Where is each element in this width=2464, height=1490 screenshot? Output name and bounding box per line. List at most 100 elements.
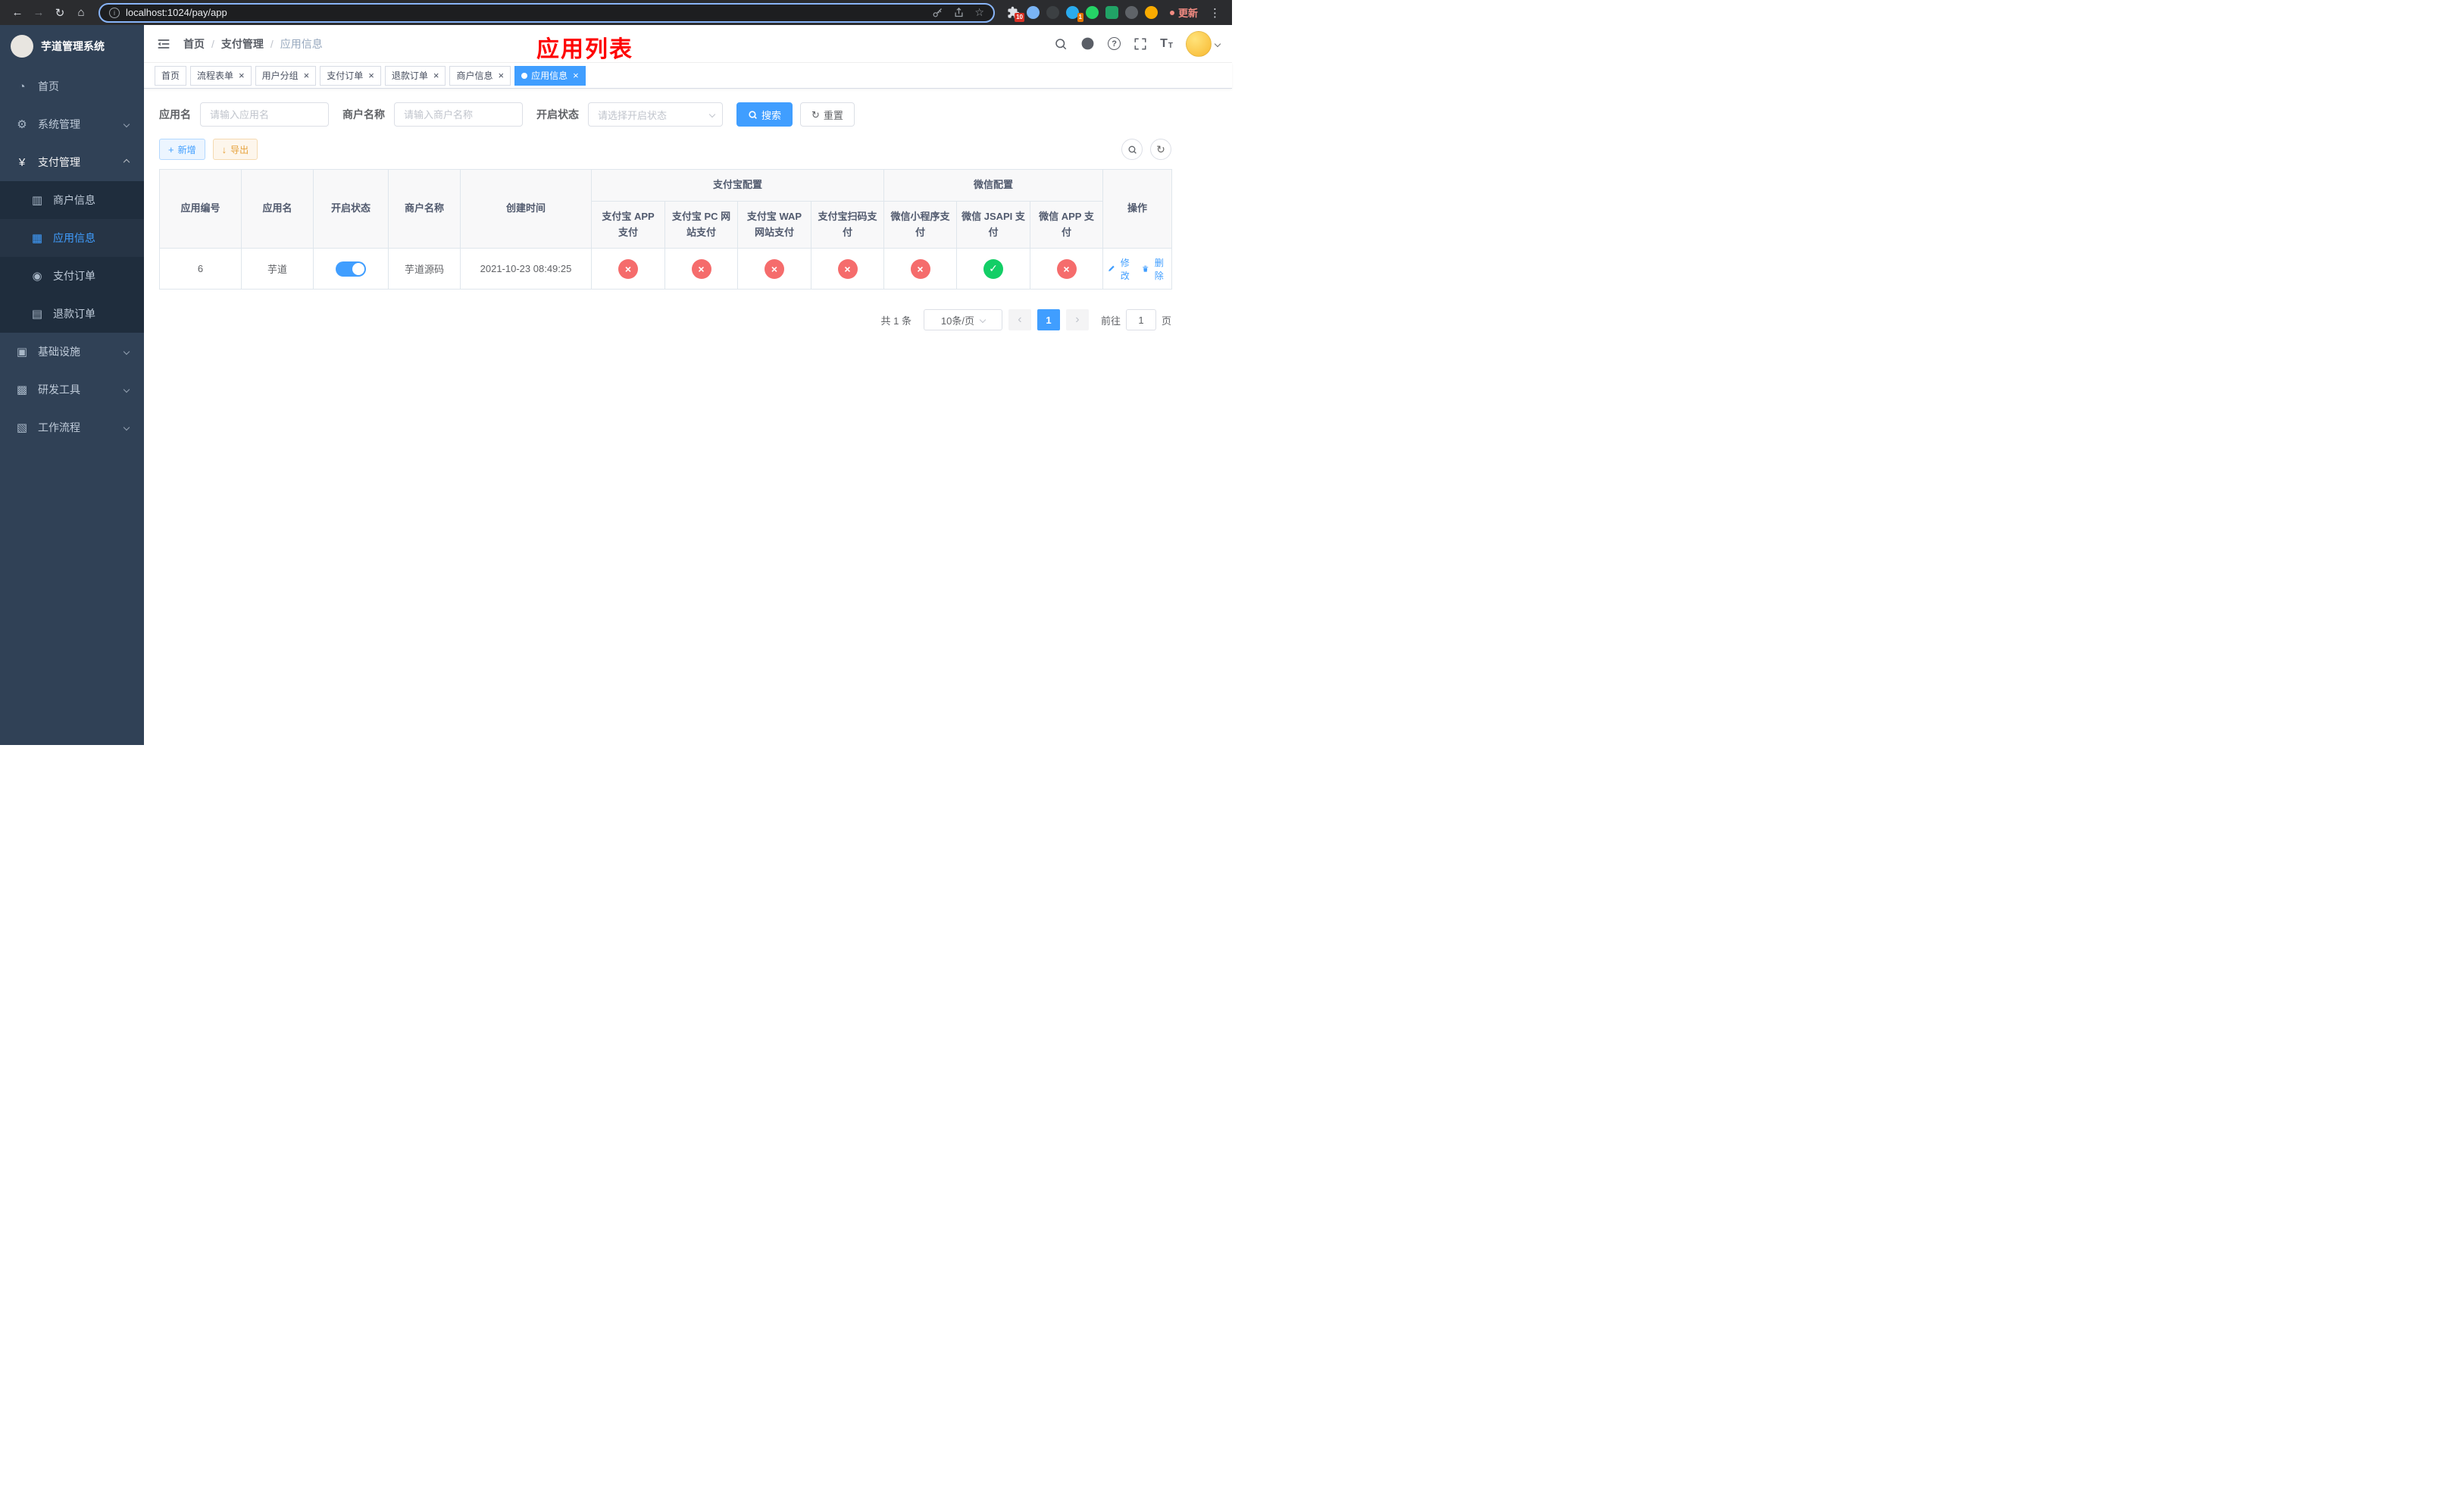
font-size-icon[interactable]: TT — [1160, 37, 1173, 50]
password-key-icon[interactable] — [932, 7, 943, 18]
help-icon[interactable]: ? — [1108, 37, 1121, 50]
github-icon[interactable] — [1080, 36, 1095, 51]
sidebar-item-app-info[interactable]: ▦ 应用信息 — [0, 219, 144, 257]
plus-icon: + — [168, 143, 174, 155]
sidebar-item-workflow[interactable]: ▧ 工作流程 — [0, 408, 144, 446]
browser-home-button[interactable]: ⌂ — [71, 3, 91, 23]
browser-menu-icon[interactable]: ⋮ — [1205, 6, 1224, 20]
table-row: 6 芋道 芋道源码 2021-10-23 08:49:25 × × × × × — [159, 248, 1173, 290]
close-icon[interactable]: × — [304, 70, 310, 80]
search-icon[interactable] — [1054, 37, 1068, 51]
page-unit-label: 页 — [1161, 315, 1171, 327]
close-icon[interactable]: × — [368, 70, 374, 80]
app-name-input[interactable] — [200, 102, 329, 127]
chevron-down-icon — [123, 348, 130, 355]
sidebar-item-merchant-info[interactable]: ▥ 商户信息 — [0, 181, 144, 219]
tab-app-info[interactable]: 应用信息 × — [514, 65, 586, 86]
close-icon[interactable]: × — [239, 70, 245, 80]
merchant-name-label: 商户名称 — [342, 108, 385, 121]
browser-reload-button[interactable]: ↻ — [50, 3, 70, 23]
chevron-down-icon — [123, 121, 130, 128]
browser-forward-button[interactable]: → — [29, 3, 48, 23]
user-avatar[interactable] — [1186, 30, 1212, 57]
site-info-icon[interactable]: i — [109, 7, 120, 18]
tab-home[interactable]: 首页 — [155, 65, 187, 86]
sidebar-item-dev-tools[interactable]: ▩ 研发工具 — [0, 371, 144, 408]
status-cross-icon: × — [618, 258, 638, 279]
chevron-up-icon — [123, 158, 130, 166]
status-cross-icon: × — [1056, 258, 1077, 279]
status-cross-icon: × — [691, 258, 711, 279]
tab-refund-order[interactable]: 退款订单 × — [384, 65, 446, 86]
extension-emoji-icon[interactable] — [1144, 6, 1158, 19]
chevron-down-icon — [123, 424, 130, 431]
close-icon[interactable]: × — [498, 70, 504, 80]
tab-pay-order[interactable]: 支付订单 × — [320, 65, 381, 86]
hamburger-icon[interactable] — [156, 36, 171, 52]
active-tab-dot — [521, 72, 528, 79]
extensions-puzzle-icon[interactable]: 10 — [1007, 6, 1024, 22]
tab-merchant-info[interactable]: 商户信息 × — [449, 65, 511, 86]
close-icon[interactable]: × — [573, 70, 579, 80]
sidebar-item-system-management[interactable]: ⚙ 系统管理 — [0, 105, 144, 143]
page-size-select[interactable]: 10条/页 — [923, 309, 1002, 331]
browser-back-button[interactable]: ← — [8, 3, 27, 23]
address-bar[interactable]: i localhost:1024/pay/app ☆ — [98, 2, 995, 23]
sidebar-item-label: 商户信息 — [53, 194, 95, 206]
app-logo[interactable]: 芋道管理系统 — [0, 25, 144, 67]
extension-icon-dark[interactable] — [1046, 6, 1059, 19]
extension-badge: 1 — [1077, 13, 1083, 22]
breadcrumb-section[interactable]: 支付管理 — [221, 36, 264, 52]
page-title: 应用列表 — [536, 37, 633, 62]
extension-icon-blue[interactable] — [1026, 6, 1040, 19]
extension-icons: 10 1 — [1007, 6, 1158, 22]
sidebar-item-payment-management[interactable]: ¥ 支付管理 — [0, 143, 144, 181]
breadcrumb-separator: / — [211, 37, 214, 50]
sidebar-item-refund-order[interactable]: ▤ 退款订单 — [0, 295, 144, 333]
tab-process-form[interactable]: 流程表单 × — [190, 65, 252, 86]
reset-button[interactable]: ↻ 重置 — [800, 102, 855, 127]
status-cross-icon: × — [910, 258, 930, 279]
page-number-button[interactable]: 1 — [1037, 309, 1060, 331]
goto-label: 前往 — [1100, 315, 1121, 327]
extension-puzzle-dark-icon[interactable] — [1124, 6, 1138, 19]
tools-icon: ▩ — [16, 383, 28, 396]
payment-submenu: ▥ 商户信息 ▦ 应用信息 ◉ 支付订单 ▤ 退款订单 — [0, 181, 144, 333]
extension-icon-green-square[interactable] — [1105, 6, 1118, 19]
extension-icon-teal[interactable]: 1 — [1065, 6, 1083, 22]
fullscreen-icon[interactable] — [1134, 37, 1147, 51]
user-menu[interactable] — [1186, 30, 1221, 57]
bookmark-star-icon[interactable]: ☆ — [974, 6, 984, 19]
address-bar-actions: ☆ — [932, 6, 984, 19]
column-header-wx-app: 微信 APP 支付 — [1030, 200, 1104, 249]
edit-button[interactable]: 修改 — [1108, 256, 1133, 282]
cell-created: 2021-10-23 08:49:25 — [460, 248, 592, 290]
goto-page-input[interactable] — [1125, 309, 1156, 331]
close-icon[interactable]: × — [433, 70, 439, 80]
filter-form: 应用名 商户名称 开启状态 请选择开启状态 — [159, 102, 1217, 127]
app-title: 芋道管理系统 — [41, 40, 105, 52]
app-window: 芋道管理系统 ◔ 首页 ⚙ 系统管理 ¥ 支付管理 ▥ 商户信息 ▦ 应用信息 … — [0, 25, 1232, 745]
next-page-button[interactable]: › — [1065, 309, 1089, 331]
export-button[interactable]: ↓ 导出 — [212, 139, 258, 160]
prev-page-button[interactable]: ‹ — [1008, 309, 1031, 331]
download-icon: ↓ — [221, 143, 227, 155]
breadcrumb-home[interactable]: 首页 — [183, 36, 205, 52]
tab-user-group[interactable]: 用户分组 × — [255, 65, 317, 86]
status-toggle[interactable] — [336, 261, 366, 277]
sidebar-item-infrastructure[interactable]: ▣ 基础设施 — [0, 333, 144, 371]
sidebar-item-label: 基础设施 — [38, 346, 80, 358]
sidebar-item-home[interactable]: ◔ 首页 — [0, 67, 144, 105]
status-select[interactable]: 请选择开启状态 — [588, 102, 723, 127]
share-icon[interactable] — [953, 7, 965, 18]
browser-update-button[interactable]: 更新 — [1169, 5, 1198, 20]
extension-icon-green[interactable] — [1085, 6, 1099, 19]
add-button[interactable]: + 新增 — [159, 139, 205, 160]
merchant-name-input[interactable] — [394, 102, 523, 127]
breadcrumb: 首页 / 支付管理 / 应用信息 — [183, 36, 323, 52]
sidebar-item-pay-order[interactable]: ◉ 支付订单 — [0, 257, 144, 295]
search-button[interactable]: 搜索 — [736, 102, 793, 127]
delete-button[interactable]: 删除 — [1142, 256, 1167, 282]
toggle-search-button[interactable] — [1121, 139, 1143, 160]
refresh-table-button[interactable]: ↻ — [1150, 139, 1171, 160]
